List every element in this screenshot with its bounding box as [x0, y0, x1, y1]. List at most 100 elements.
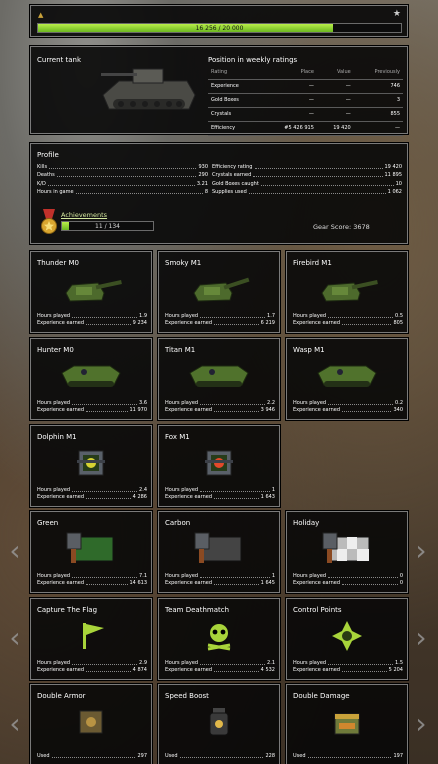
profile-stat-label: Hours in game [37, 188, 74, 195]
current-tank-title: Current tank [37, 56, 82, 64]
card-stat-value: 3.6 [139, 400, 147, 406]
card-icon [31, 617, 151, 655]
stat-card[interactable]: Carbon Hours played 1 Experience earned 1 64… [158, 511, 280, 593]
profile-stat-row: Deaths 290 [37, 172, 208, 178]
ratings-cell: — [316, 79, 354, 94]
ratings-title: Position in weekly ratings [208, 56, 298, 64]
card-icon [287, 270, 407, 308]
stat-card[interactable]: Capture The Flag Hours played 2.9 Experienc… [30, 598, 152, 680]
stat-card[interactable]: Hunter M0 Hours played 3.6 Experience earne… [30, 338, 152, 420]
ratings-col-value: Value [316, 65, 354, 80]
card-title: Hunter M0 [37, 346, 74, 354]
card-title: Green [37, 519, 59, 527]
ratings-cell: Crystals [208, 107, 262, 122]
card-stat-row: Experience earned 6 219 [165, 320, 275, 326]
dotted-leader [200, 400, 266, 405]
achievements-progress-bar: 11 / 134 [61, 221, 154, 231]
chevron-left-icon[interactable]: ‹ [8, 624, 22, 652]
dotted-leader [72, 313, 138, 318]
card-stat-row: Experience earned 4 874 [37, 667, 147, 673]
profile-title: Profile [37, 151, 59, 159]
card-stat-row: Hours played 1.7 [165, 313, 275, 319]
current-tank-panel: Current tank Position in weekly ratings … [30, 46, 408, 136]
chevron-right-icon[interactable]: › [414, 537, 428, 565]
card-stat-row: Experience earned 1 645 [165, 580, 275, 586]
card-title: Thunder M0 [37, 259, 79, 267]
double-armor-icon [79, 710, 103, 734]
profile-stat-row: Supplies used 1 062 [212, 189, 402, 195]
card-icon [287, 703, 407, 741]
profile-stat-row: Kills 930 [37, 164, 208, 170]
stat-card[interactable]: Smoky M1 Hours played 1.7 Experience earned… [158, 251, 280, 333]
card-stat-label: Experience earned [165, 407, 212, 413]
dotted-leader [307, 753, 392, 758]
dotted-leader [86, 580, 128, 585]
card-stat-label: Hours played [165, 313, 199, 319]
dotted-leader [248, 189, 386, 194]
card-stat-value: 4 532 [260, 667, 275, 673]
ratings-cell: 3 [353, 93, 403, 108]
skull-icon [207, 624, 231, 651]
card-stat-label: Hours played [37, 660, 71, 666]
achievements-count: 11 / 134 [95, 223, 120, 230]
stat-card[interactable]: Double Damage Used 197 [286, 684, 408, 764]
card-title: Wasp M1 [293, 346, 325, 354]
stat-card[interactable]: Fox M1 Hours played 1 Experience earned 1 64… [158, 425, 280, 507]
stat-card[interactable]: Holiday Hours played 0 Experience earned 0 [286, 511, 408, 593]
profile-stat-value: 10 [395, 180, 402, 187]
stat-card[interactable]: Speed Boost Used 228 [158, 684, 280, 764]
card-icon [31, 357, 151, 395]
ratings-header-row: Rating Place Value Previously [208, 65, 403, 80]
stat-card[interactable]: Control Points Hours played 1.5 Experience … [286, 598, 408, 680]
profile-stat-row: Hours in game 8 [37, 189, 208, 195]
chevron-right-icon[interactable]: › [414, 710, 428, 738]
card-stat-row: Experience earned 9 234 [37, 320, 147, 326]
stat-card[interactable]: Wasp M1 Hours played 0.2 Experience earned 3… [286, 338, 408, 420]
card-stat-label: Hours played [293, 573, 327, 579]
card-icon [31, 444, 151, 482]
ratings-cell: — [316, 107, 354, 122]
chevron-left-icon[interactable]: ‹ [8, 710, 22, 738]
card-stat-label: Used [37, 753, 50, 759]
card-stat-row: Experience earned 14 613 [37, 580, 147, 586]
chevron-right-icon[interactable]: › [414, 624, 428, 652]
profile-stat-row: Crystals earned 11 895 [212, 172, 402, 178]
rank-chevron-icon: ▲ [38, 11, 44, 19]
ratings-col-previously: Previously [353, 65, 403, 80]
stat-card[interactable]: Dolphin M1 Hours played 2.4 Experience earn… [30, 425, 152, 507]
card-stat-row: Experience earned 805 [293, 320, 403, 326]
card-title: Double Armor [37, 692, 86, 700]
gear-score: Gear Score: 3678 [313, 223, 370, 231]
turret-icon [193, 277, 250, 302]
ratings-cell: #5 426 915 [261, 121, 317, 136]
stat-card[interactable]: Thunder M0 Hours played 1.9 Experience earn… [30, 251, 152, 333]
card-stat-value: 1.5 [395, 660, 403, 666]
card-stat-value: 228 [265, 753, 275, 759]
profile-stat-value: 3.21 [196, 180, 208, 187]
card-stat-label: Experience earned [293, 320, 340, 326]
achievement-medal-icon [41, 209, 57, 234]
card-stat-row: Hours played 7.1 [37, 573, 147, 579]
card-icon [159, 444, 279, 482]
stat-card[interactable]: Titan M1 Hours played 2.2 Experience earned… [158, 338, 280, 420]
star-icon: ★ [392, 9, 401, 19]
experience-progress-text: 16 256 / 20 000 [195, 25, 244, 32]
dotted-leader [72, 573, 138, 578]
dotted-leader [328, 573, 398, 578]
stat-card[interactable]: Double Armor Used 297 [30, 684, 152, 764]
dotted-leader [328, 400, 394, 405]
stat-card[interactable]: Firebird M1 Hours played 0.5 Experience ear… [286, 251, 408, 333]
card-stat-row: Experience earned 340 [293, 407, 403, 413]
dotted-leader [253, 172, 383, 178]
stat-card[interactable]: Team Deathmatch Hours played 2.1 Experience… [158, 598, 280, 680]
card-stat-value: 11 970 [129, 407, 148, 413]
dotted-leader [72, 400, 138, 405]
card-stat-label: Experience earned [293, 407, 340, 413]
stat-card[interactable]: Green Hours played 7.1 Experience earned 14 … [30, 511, 152, 593]
achievements-link[interactable]: Achievements [61, 211, 107, 219]
ratings-cell: — [261, 107, 317, 122]
protection-module-icon [77, 450, 105, 476]
card-stat-row: Hours played 0 [293, 573, 403, 579]
chevron-left-icon[interactable]: ‹ [8, 537, 22, 565]
card-stat-value: 2.2 [267, 400, 275, 406]
